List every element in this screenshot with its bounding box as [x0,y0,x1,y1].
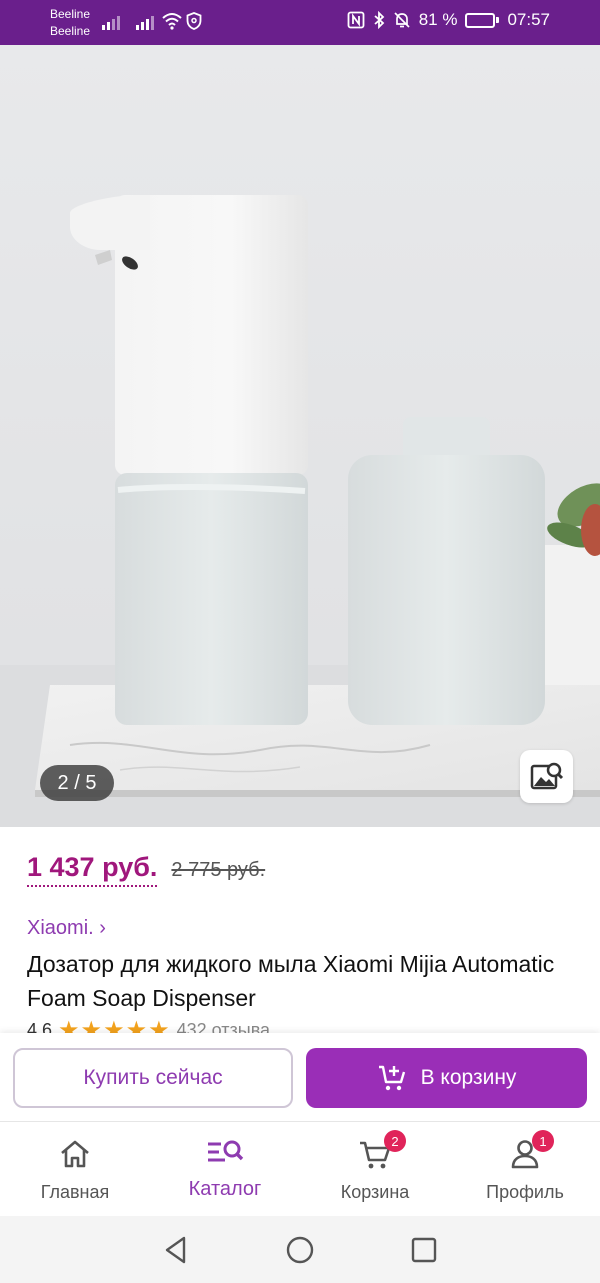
buy-now-button[interactable]: Купить сейчас [13,1048,293,1108]
nav-item-catalog[interactable]: Каталог [150,1122,300,1217]
wifi-icon [162,13,182,30]
battery-icon [465,12,500,28]
mute-bell-icon [394,12,410,28]
nav-label-cart: Корзина [340,1182,410,1202]
home-icon [61,1140,89,1168]
brand-link[interactable]: Xiaomi. › [27,917,106,940]
shield-icon [186,12,202,30]
cart-badge: 2 [384,1130,406,1152]
home-circle-icon[interactable] [285,1235,315,1265]
back-icon[interactable] [162,1235,190,1265]
add-to-cart-label: В корзину [420,1066,517,1089]
add-cart-icon [378,1065,405,1091]
product-photo [0,45,600,827]
image-search-button[interactable] [520,750,573,803]
nav-label-catalog: Каталог [188,1178,262,1200]
status-bar: Beeline Beeline 81 % 07:57 [0,0,600,45]
battery-percent: 81 % [418,10,458,29]
catalog-search-icon [208,1140,244,1162]
price-row: 1 437 руб. 2 775 руб. [27,852,265,887]
nav-label-home: Главная [40,1182,110,1202]
product-image-gallery[interactable]: 2 / 5 [0,45,600,827]
recents-square-icon[interactable] [410,1236,438,1264]
nav-label-profile: Профиль [486,1182,564,1202]
action-bar: Купить сейчас В корзину [0,1033,600,1121]
signal-1-icon [102,12,120,30]
nav-item-cart[interactable]: 2 Корзина [300,1122,450,1217]
add-to-cart-button[interactable]: В корзину [306,1048,587,1108]
nfc-icon [347,11,365,29]
nav-item-home[interactable]: Главная [0,1122,150,1217]
carrier-2: Beeline [50,24,91,38]
old-price: 2 775 руб. [171,859,266,881]
carrier-1: Beeline [50,7,91,21]
profile-badge: 1 [532,1130,554,1152]
image-search-icon [530,762,563,789]
bluetooth-icon [374,11,385,29]
status-right: 81 % 07:57 [347,10,550,30]
product-title: Дозатор для жидкого мыла Xiaomi Mijia Au… [27,951,555,1011]
clock: 07:57 [507,10,550,29]
nav-item-profile[interactable]: 1 Профиль [450,1122,600,1217]
current-price[interactable]: 1 437 руб. [27,852,158,887]
signal-2-icon [136,12,154,30]
gallery-counter: 2 / 5 [40,765,114,801]
carrier-names: Beeline Beeline [50,6,90,40]
system-navigation-bar [0,1216,600,1283]
bottom-navigation: Главная Каталог 2 Корзина 1 Профиль [0,1121,600,1216]
